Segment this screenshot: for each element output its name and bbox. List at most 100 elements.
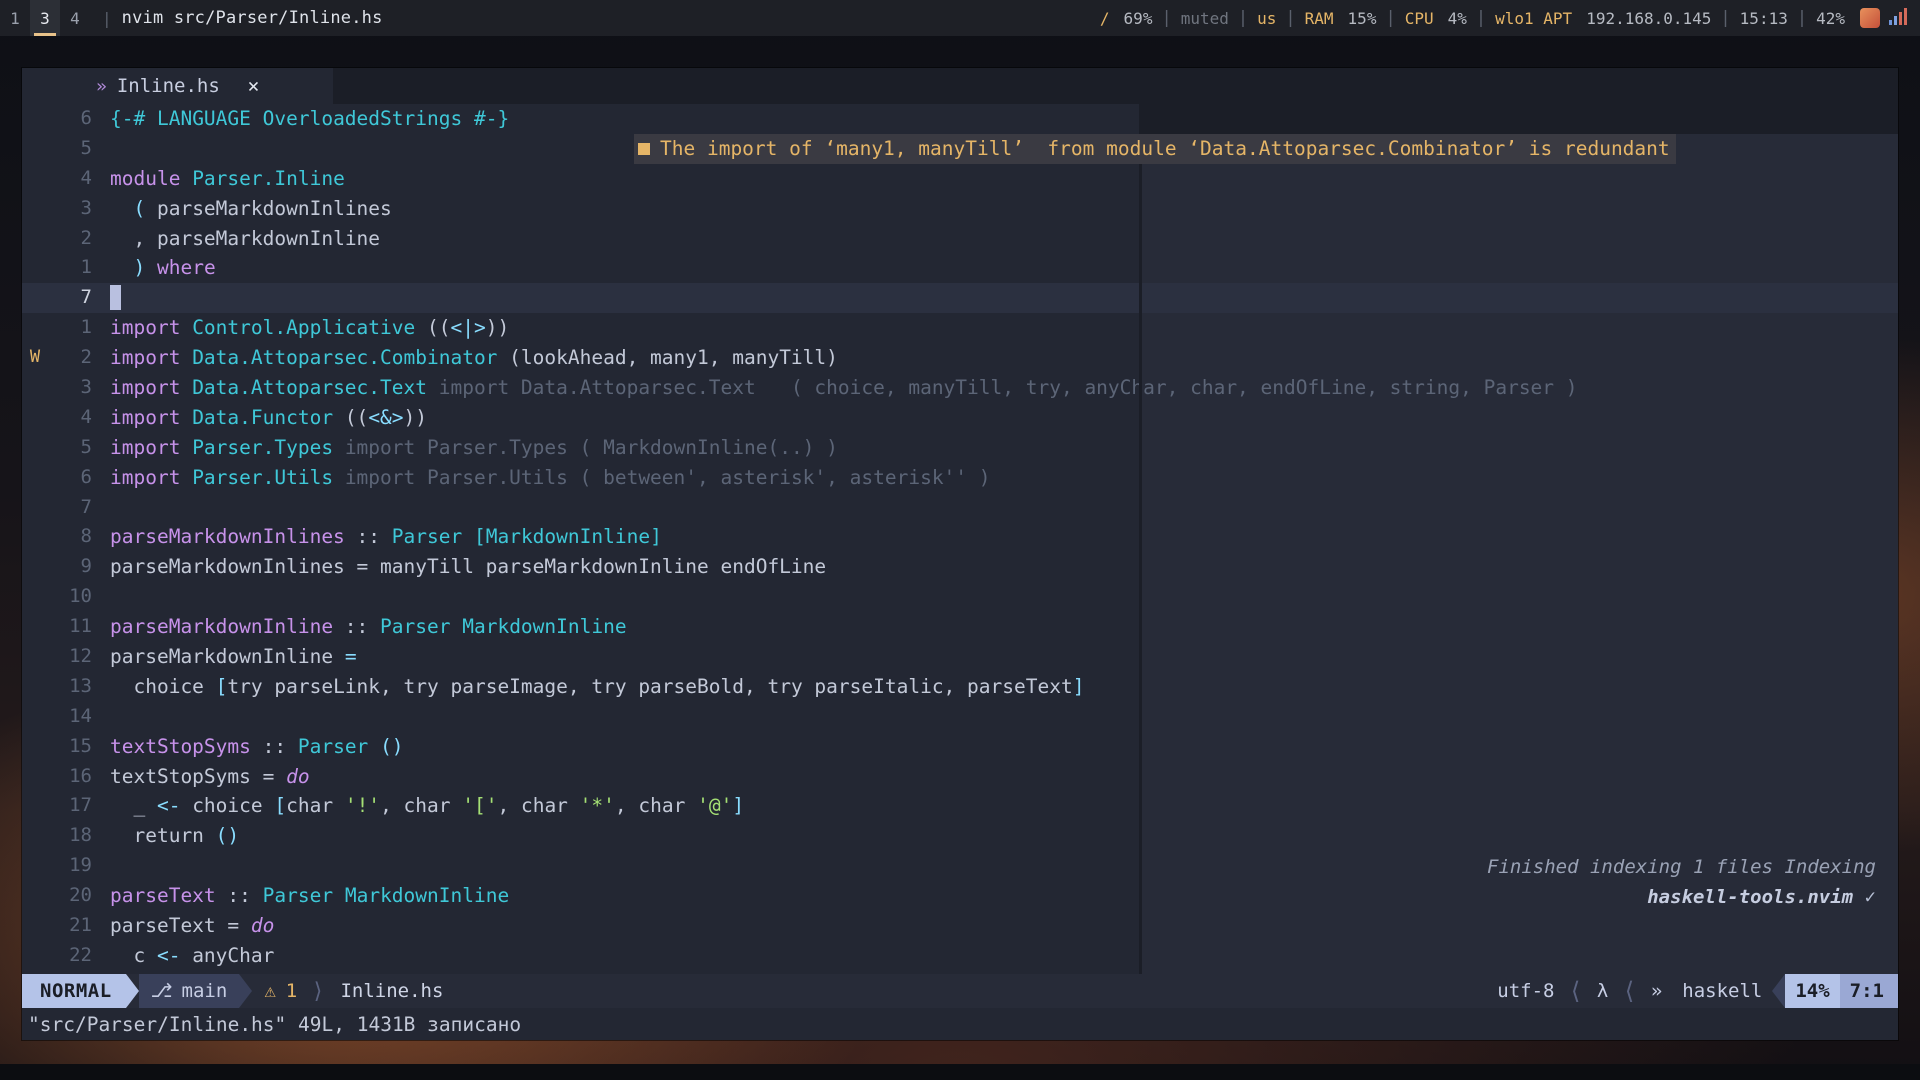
- line-number: 8: [80, 525, 92, 548]
- line-number: 7: [80, 495, 92, 518]
- volume-icon[interactable]: /: [1093, 9, 1117, 28]
- code-line[interactable]: 1 import Control.Applicative ((<|>)): [22, 313, 1898, 343]
- code-line[interactable]: 13 choice [try parseLink, try parseImage…: [22, 672, 1898, 702]
- code-token: ::: [333, 615, 381, 639]
- code-text: import Data.Attoparsec.Text import Data.…: [92, 373, 1578, 403]
- code-line[interactable]: W 2 import Data.Attoparsec.Combinator (loo…: [22, 343, 1898, 373]
- code-line[interactable]: 6 {-# LANGUAGE OverloadedStrings #-}: [22, 104, 1898, 134]
- lsp-progress: Finished indexing 1 files Indexing haske…: [1487, 852, 1876, 912]
- line-number: 4: [80, 166, 92, 189]
- code-line[interactable]: 17 _ <- choice [char '!', char '[', char…: [22, 791, 1898, 821]
- code-line[interactable]: 16 textStopSyms = do: [22, 762, 1898, 792]
- line-number: 12: [69, 645, 92, 668]
- status-diagnostics-group[interactable]: ⚠ 1: [252, 974, 309, 1008]
- code-line[interactable]: 4 import Data.Functor ((<&>)): [22, 403, 1898, 433]
- code-token: Parser.Utils: [192, 465, 334, 489]
- code-text: ) where: [92, 253, 216, 283]
- code-token: ]: [732, 794, 745, 818]
- line-number: 14: [69, 704, 92, 727]
- code-line[interactable]: 14: [22, 702, 1898, 732]
- code-line[interactable]: 18 return (): [22, 821, 1898, 851]
- code-token: anyChar: [180, 943, 275, 967]
- code-token: Control.Applicative: [192, 316, 416, 340]
- line-number: 7: [80, 286, 92, 309]
- status-sep-mode: [125, 974, 139, 1008]
- workspace-3[interactable]: 3: [30, 0, 60, 36]
- workspace-4-label: 4: [70, 8, 80, 28]
- line-number: 6: [80, 107, 92, 129]
- status-sep-thin-3: ⟨: [1622, 977, 1637, 1005]
- workspace-1[interactable]: 1: [0, 0, 30, 36]
- code-line[interactable]: 7: [22, 283, 1898, 314]
- code-token: module: [110, 166, 193, 190]
- ram-value: 15%: [1347, 8, 1377, 28]
- code-line[interactable]: 11 parseMarkdownInline :: Parser Markdown…: [22, 612, 1898, 642]
- code-token: import: [110, 376, 193, 400]
- mute-status[interactable]: muted: [1174, 9, 1236, 28]
- code-token: where: [156, 256, 216, 280]
- code-line[interactable]: 1 ) where: [22, 253, 1898, 283]
- tab-label: Inline.hs: [116, 75, 220, 97]
- tabline-filler: [333, 68, 1898, 104]
- close-icon[interactable]: ✕: [248, 75, 259, 97]
- code-line[interactable]: 3 import Data.Attoparsec.Text import Data…: [22, 373, 1898, 403]
- divider-3: |: [1285, 8, 1296, 28]
- code-token: parseText: [110, 884, 216, 908]
- network-ip: 192.168.0.145: [1586, 8, 1712, 28]
- code-line[interactable]: 3 ( parseMarkdownInlines: [22, 194, 1898, 224]
- code-line[interactable]: 2 , parseMarkdownInline: [22, 224, 1898, 254]
- code-text: parseText :: Parser MarkdownInline: [92, 881, 509, 911]
- code-line[interactable]: 15 textStopSyms :: Parser (): [22, 732, 1898, 762]
- code-lines[interactable]: 6 {-# LANGUAGE OverloadedStrings #-} 5 4 mod…: [22, 104, 1898, 974]
- code-text: parseMarkdownInline =: [92, 642, 357, 672]
- tab-inline-hs[interactable]: » Inline.hs ✕: [84, 68, 274, 104]
- code-token: {-#: [110, 107, 157, 130]
- code-token: (lookAhead, many1, manyTill): [497, 346, 838, 370]
- code-token: [MarkdownInline]: [473, 525, 662, 549]
- keyboard-layout[interactable]: us: [1250, 9, 1283, 28]
- divider-4: |: [1385, 8, 1396, 28]
- code-token: Parser: [391, 525, 463, 549]
- code-token: import: [110, 405, 193, 429]
- lsp-lambda-icon[interactable]: λ: [1587, 980, 1618, 1002]
- code-token: (): [215, 824, 240, 848]
- network-label[interactable]: wlo1 APT: [1488, 9, 1579, 28]
- code-line[interactable]: 10: [22, 582, 1898, 612]
- status-mode: NORMAL: [22, 974, 126, 1008]
- line-number: 1: [80, 316, 92, 339]
- code-line[interactable]: 12 parseMarkdownInline =: [22, 642, 1898, 672]
- nvim-cmdline[interactable]: "src/Parser/Inline.hs" 49L, 1431B записа…: [22, 1008, 1898, 1040]
- inlay-hint-text: import Parser.Types ( MarkdownInline(..)…: [333, 435, 838, 459]
- code-line[interactable]: 9 parseMarkdownInlines = manyTill parseMa…: [22, 552, 1898, 582]
- diagnostic-sign-icon: W: [29, 347, 41, 368]
- editor-area[interactable]: 6 {-# LANGUAGE OverloadedStrings #-} 5 4 mod…: [22, 104, 1898, 974]
- window-title: nvim src/Parser/Inline.hs: [121, 8, 383, 28]
- code-token: c: [110, 943, 157, 967]
- code-line[interactable]: 21 parseText = do: [22, 911, 1898, 941]
- code-line[interactable]: 6 import Parser.Utils import Parser.Utils…: [22, 463, 1898, 493]
- code-token: choice: [180, 794, 275, 818]
- workspace-4[interactable]: 4: [60, 0, 90, 36]
- topbar-status-group: / 69% | muted | us | RAM 15% | CPU 4% | …: [1093, 8, 1920, 28]
- code-line[interactable]: 7: [22, 493, 1898, 523]
- nvim-tabline: » Inline.hs ✕: [22, 68, 1898, 104]
- code-token: parseMarkdownInline: [110, 645, 345, 669]
- tray-app-icon[interactable]: [1860, 8, 1880, 28]
- code-token: try parseLink, try parseImage, try parse…: [227, 674, 1073, 698]
- code-line[interactable]: 4 module Parser.Inline: [22, 164, 1898, 194]
- code-line[interactable]: 22 c <- anyChar: [22, 941, 1898, 971]
- git-branch-icon: ⎇: [150, 980, 173, 1002]
- code-text: module Parser.Inline: [92, 164, 345, 194]
- network-signal-icon[interactable]: [1888, 8, 1910, 28]
- code-token: [: [274, 794, 287, 818]
- code-line[interactable]: 8 parseMarkdownInlines :: Parser [Markdow…: [22, 522, 1898, 552]
- status-branch-group[interactable]: ⎇ main: [138, 974, 240, 1008]
- code-line[interactable]: 5 import Parser.Types import Parser.Types…: [22, 433, 1898, 463]
- code-token: <&>: [368, 405, 404, 429]
- code-token: <|>: [450, 316, 486, 340]
- git-branch-label: main: [181, 980, 228, 1002]
- code-token: textStopSyms =: [110, 764, 287, 788]
